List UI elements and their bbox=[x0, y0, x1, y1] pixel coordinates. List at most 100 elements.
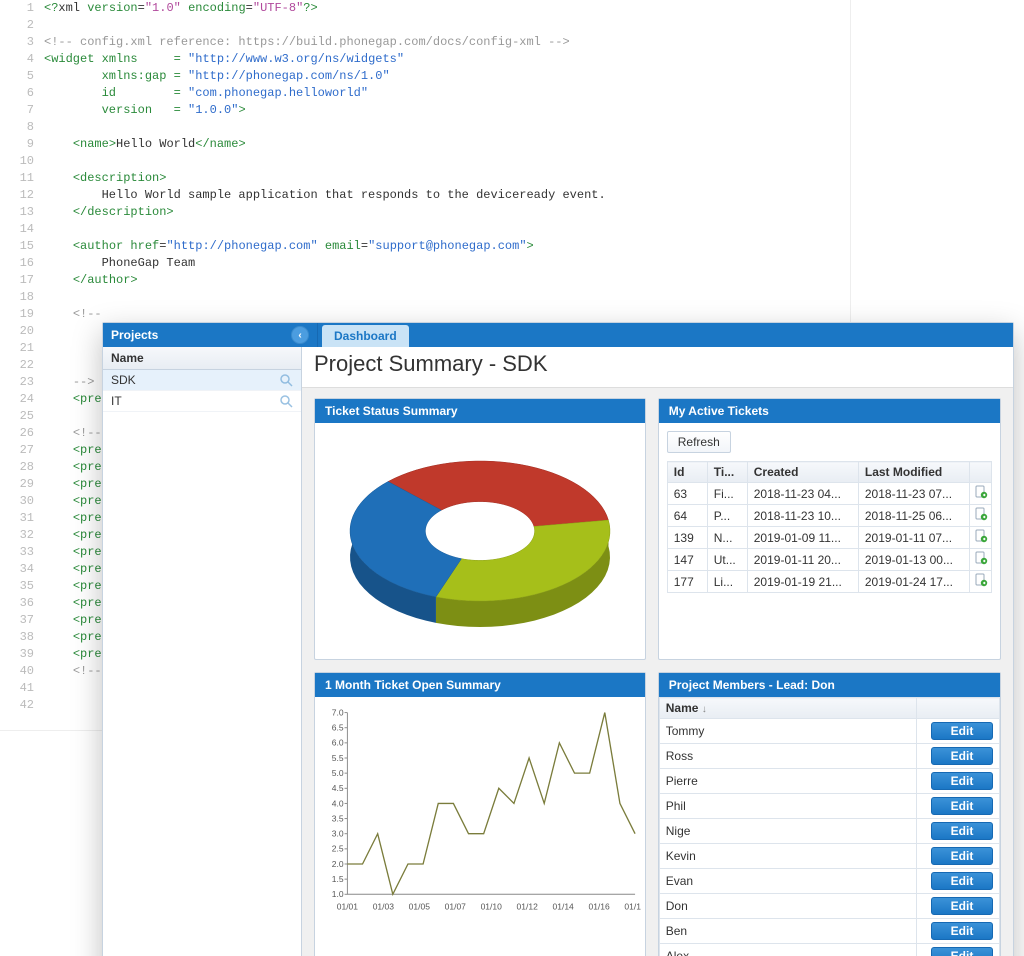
document-go-icon bbox=[974, 551, 988, 565]
code-text bbox=[44, 119, 850, 136]
document-go-icon bbox=[974, 507, 988, 521]
cell-id: 63 bbox=[667, 483, 707, 505]
tab-dashboard[interactable]: Dashboard bbox=[322, 325, 409, 347]
table-row: RossEdit bbox=[659, 744, 999, 769]
edit-button[interactable]: Edit bbox=[931, 747, 993, 765]
line-number: 4 bbox=[0, 51, 44, 68]
line-number: 41 bbox=[0, 680, 44, 697]
table-row[interactable]: 147Ut...2019-01-11 20...2019-01-13 00... bbox=[667, 549, 991, 571]
svg-text:01/14: 01/14 bbox=[553, 901, 575, 911]
code-line[interactable]: 19 <!-- bbox=[0, 306, 850, 323]
row-action[interactable] bbox=[970, 483, 992, 505]
table-row: NigeEdit bbox=[659, 819, 999, 844]
svg-text:1.5: 1.5 bbox=[332, 874, 344, 884]
edit-button[interactable]: Edit bbox=[931, 847, 993, 865]
col-title[interactable]: Ti... bbox=[707, 462, 747, 483]
table-row[interactable]: 139N...2019-01-09 11...2019-01-11 07... bbox=[667, 527, 991, 549]
search-icon[interactable] bbox=[279, 394, 293, 408]
line-number: 1 bbox=[0, 0, 44, 17]
row-action[interactable] bbox=[970, 571, 992, 593]
panel-my-active-tickets: My Active Tickets Refresh Id bbox=[658, 398, 1001, 660]
line-number: 7 bbox=[0, 102, 44, 119]
svg-text:01/10: 01/10 bbox=[481, 901, 503, 911]
edit-button[interactable]: Edit bbox=[931, 772, 993, 790]
row-action[interactable] bbox=[970, 549, 992, 571]
line-number: 12 bbox=[0, 187, 44, 204]
code-line[interactable]: 1<?xml version="1.0" encoding="UTF-8"?> bbox=[0, 0, 850, 17]
document-go-icon bbox=[974, 573, 988, 587]
cell-id: 177 bbox=[667, 571, 707, 593]
sidebar-item[interactable]: IT bbox=[103, 391, 301, 412]
line-number: 5 bbox=[0, 68, 44, 85]
edit-button[interactable]: Edit bbox=[931, 922, 993, 940]
code-line[interactable]: 2 bbox=[0, 17, 850, 34]
page-title: Project Summary - SDK bbox=[302, 347, 1013, 388]
edit-button[interactable]: Edit bbox=[931, 722, 993, 740]
refresh-button[interactable]: Refresh bbox=[667, 431, 731, 453]
code-line[interactable]: 12 Hello World sample application that r… bbox=[0, 187, 850, 204]
edit-button[interactable]: Edit bbox=[931, 822, 993, 840]
line-number: 21 bbox=[0, 340, 44, 357]
search-icon[interactable] bbox=[279, 373, 293, 387]
line-number: 22 bbox=[0, 357, 44, 374]
svg-text:5.0: 5.0 bbox=[332, 768, 344, 778]
line-number: 30 bbox=[0, 493, 44, 510]
sidebar-item[interactable]: SDK bbox=[103, 370, 301, 391]
sidebar-item-label: SDK bbox=[111, 373, 136, 387]
line-number: 15 bbox=[0, 238, 44, 255]
line-number: 17 bbox=[0, 272, 44, 289]
svg-text:2.0: 2.0 bbox=[332, 859, 344, 869]
panel-header: 1 Month Ticket Open Summary bbox=[315, 673, 645, 697]
code-line[interactable]: 5 xmlns:gap = "http://phonegap.com/ns/1.… bbox=[0, 68, 850, 85]
dashboard-window: Projects ‹ Dashboard Name SDKIT Project … bbox=[102, 322, 1014, 956]
cell-created: 2018-11-23 04... bbox=[747, 483, 858, 505]
pie-chart-holder bbox=[315, 423, 645, 659]
edit-button[interactable]: Edit bbox=[931, 872, 993, 890]
members-name-header-label: Name bbox=[666, 701, 699, 715]
code-line[interactable]: 14 bbox=[0, 221, 850, 238]
code-line[interactable]: 4<widget xmlns = "http://www.w3.org/ns/w… bbox=[0, 51, 850, 68]
col-modified[interactable]: Last Modified bbox=[858, 462, 969, 483]
line-number: 9 bbox=[0, 136, 44, 153]
svg-text:3.0: 3.0 bbox=[332, 829, 344, 839]
code-line[interactable]: 8 bbox=[0, 119, 850, 136]
code-line[interactable]: 17 </author> bbox=[0, 272, 850, 289]
line-number: 31 bbox=[0, 510, 44, 527]
col-created[interactable]: Created bbox=[747, 462, 858, 483]
sidebar-collapse-button[interactable]: ‹ bbox=[291, 326, 309, 344]
code-text: </author> bbox=[44, 272, 850, 289]
table-row[interactable]: 177Li...2019-01-19 21...2019-01-24 17... bbox=[667, 571, 991, 593]
code-line[interactable]: 9 <name>Hello World</name> bbox=[0, 136, 850, 153]
code-line[interactable]: 11 <description> bbox=[0, 170, 850, 187]
code-line[interactable]: 6 id = "com.phonegap.helloworld" bbox=[0, 85, 850, 102]
code-line[interactable]: 7 version = "1.0.0"> bbox=[0, 102, 850, 119]
table-row: DonEdit bbox=[659, 894, 999, 919]
code-line[interactable]: 10 bbox=[0, 153, 850, 170]
code-text bbox=[44, 221, 850, 238]
line-number: 14 bbox=[0, 221, 44, 238]
cell-id: 139 bbox=[667, 527, 707, 549]
row-action[interactable] bbox=[970, 505, 992, 527]
code-line[interactable]: 3<!-- config.xml reference: https://buil… bbox=[0, 34, 850, 51]
table-row[interactable]: 64P...2018-11-23 10...2018-11-25 06... bbox=[667, 505, 991, 527]
panel-header: Project Members - Lead: Don bbox=[659, 673, 1000, 697]
table-row[interactable]: 63Fi...2018-11-23 04...2018-11-23 07... bbox=[667, 483, 991, 505]
cell-created: 2019-01-11 20... bbox=[747, 549, 858, 571]
code-line[interactable]: 15 <author href="http://phonegap.com" em… bbox=[0, 238, 850, 255]
edit-button[interactable]: Edit bbox=[931, 897, 993, 915]
members-name-header[interactable]: Name ↓ bbox=[659, 698, 916, 719]
line-chart-holder: 1.01.52.02.53.03.54.04.55.05.56.06.57.00… bbox=[315, 697, 645, 956]
line-number: 6 bbox=[0, 85, 44, 102]
edit-button[interactable]: Edit bbox=[931, 947, 993, 956]
code-line[interactable]: 16 PhoneGap Team bbox=[0, 255, 850, 272]
line-number: 35 bbox=[0, 578, 44, 595]
sidebar-column-header[interactable]: Name bbox=[103, 347, 301, 370]
code-text: id = "com.phonegap.helloworld" bbox=[44, 85, 850, 102]
edit-button[interactable]: Edit bbox=[931, 797, 993, 815]
row-action[interactable] bbox=[970, 527, 992, 549]
col-id[interactable]: Id bbox=[667, 462, 707, 483]
code-line[interactable]: 18 bbox=[0, 289, 850, 306]
code-text: <?xml version="1.0" encoding="UTF-8"?> bbox=[44, 0, 850, 17]
panel-ticket-status-summary: Ticket Status Summary bbox=[314, 398, 646, 660]
code-line[interactable]: 13 </description> bbox=[0, 204, 850, 221]
